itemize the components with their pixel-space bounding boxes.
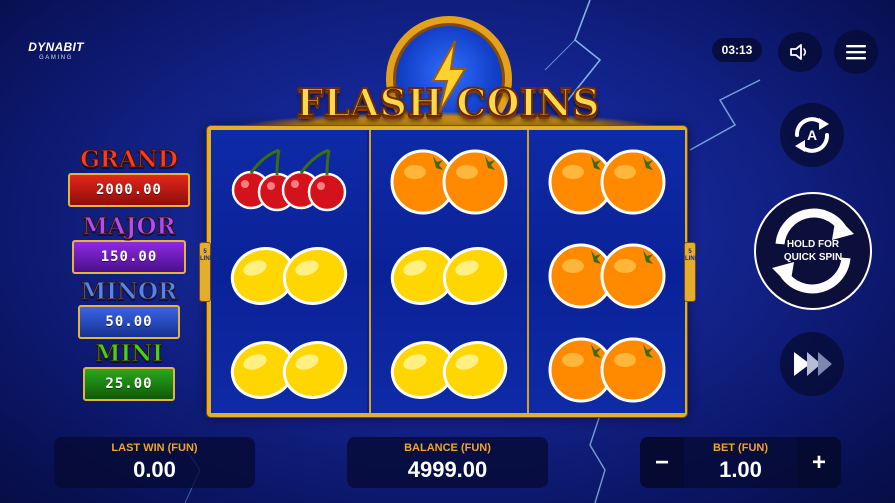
lemon-symbol <box>390 341 508 399</box>
jackpot-minor: MINOR 50.00 <box>77 278 181 339</box>
orange-symbol <box>390 149 508 215</box>
jackpot-mini: MINI 25.00 <box>82 340 176 401</box>
game-title: FLASH COINS <box>295 79 600 126</box>
lines-tab-right: 5 LINES <box>684 242 703 302</box>
spin-button[interactable]: HOLD FOR QUICK SPIN <box>754 192 872 310</box>
svg-text:A: A <box>807 127 817 143</box>
spin-label-line1: HOLD FOR <box>786 239 840 250</box>
last-win-panel: LAST WIN (FUN) 0.00 <box>54 437 255 488</box>
orange-symbol <box>548 149 666 215</box>
balance-panel: BALANCE (FUN) 4999.00 <box>347 437 548 488</box>
clock: 03:13 <box>712 38 762 62</box>
jackpot-major: MAJOR 150.00 <box>71 213 187 274</box>
jackpot-mini-value: 25.00 <box>83 367 175 401</box>
jackpot-major-label: MAJOR <box>82 213 176 240</box>
jackpot-grand-label: GRAND <box>80 146 179 173</box>
autoplay-button[interactable]: A <box>780 103 844 167</box>
jackpot-major-value: 150.00 <box>72 240 186 274</box>
jackpot-minor-label: MINOR <box>80 278 178 305</box>
jackpot-minor-value: 50.00 <box>78 305 180 339</box>
reel-frame <box>207 126 687 417</box>
hamburger-icon <box>846 45 866 60</box>
sound-button[interactable] <box>778 32 822 72</box>
jackpot-grand: GRAND 2000.00 <box>67 146 191 207</box>
game-stage: DYNABIT GAMING 03:13 FLASH COINS GRAND 2… <box>0 0 895 503</box>
brand-name: DYNABIT <box>28 40 84 54</box>
brand-sub: GAMING <box>39 55 73 61</box>
last-win-value: 0.00 <box>133 457 176 482</box>
lemon-symbol <box>390 247 508 305</box>
jackpot-grand-value: 2000.00 <box>68 173 190 207</box>
balance-value: 4999.00 <box>407 457 488 482</box>
fast-forward-icon <box>794 352 832 376</box>
spin-label: HOLD FOR QUICK SPIN <box>756 238 870 264</box>
symbols-layer <box>211 130 683 413</box>
orange-symbol <box>548 337 666 403</box>
lines-tab-left: 5 LINES <box>199 242 218 302</box>
balance-label: BALANCE (FUN) <box>404 442 491 454</box>
spin-label-line2: QUICK SPIN <box>783 252 843 263</box>
jackpot-mini-label: MINI <box>94 340 163 367</box>
bet-increase-button[interactable]: + <box>797 437 841 488</box>
menu-button[interactable] <box>834 30 878 74</box>
orange-symbol <box>548 243 666 309</box>
autoplay-icon: A <box>795 117 829 153</box>
last-win-label: LAST WIN (FUN) <box>111 442 198 454</box>
lemon-symbol <box>230 341 348 399</box>
speaker-icon <box>790 44 807 60</box>
bet-decrease-button[interactable]: − <box>640 437 684 488</box>
turbo-button[interactable] <box>780 332 844 396</box>
lemon-symbol <box>230 247 348 305</box>
brand-logo: DYNABIT GAMING <box>28 40 84 61</box>
cherry-symbol <box>231 148 347 212</box>
